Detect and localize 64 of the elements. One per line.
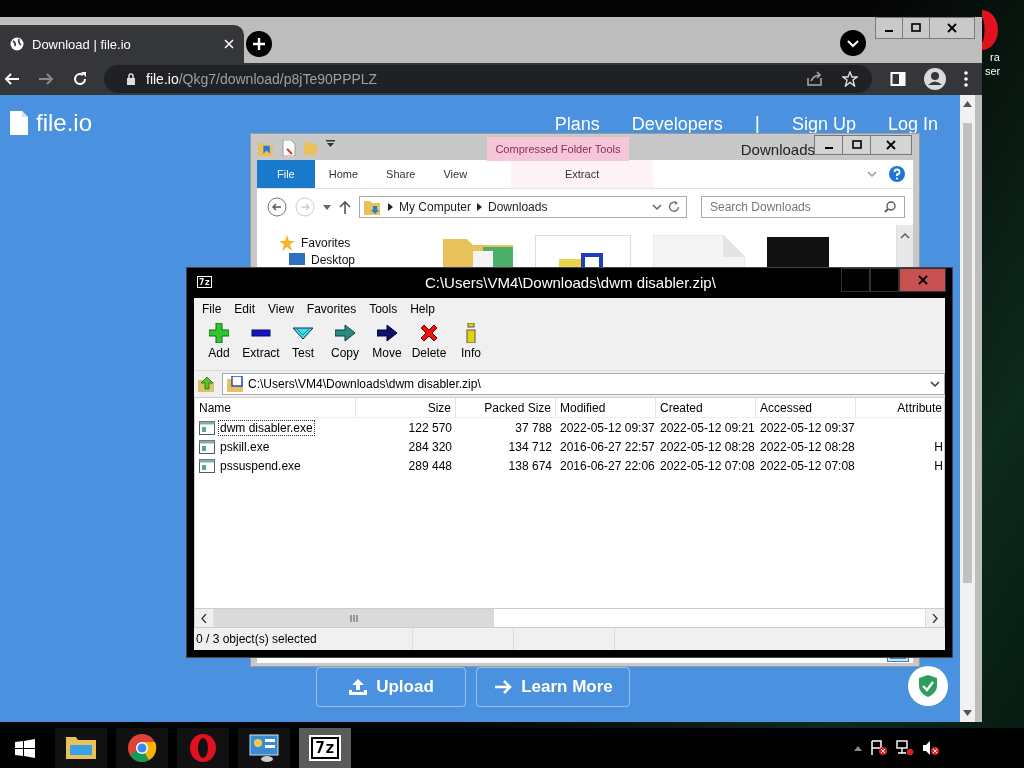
ribbon-tab[interactable]: View	[429, 160, 482, 188]
toolbar-button[interactable]: Info	[461, 346, 481, 360]
menu-item[interactable]: File	[202, 302, 222, 316]
app-logo-icon: 7z	[197, 276, 212, 288]
table-cell: 2022-05-12 08:28	[760, 439, 855, 454]
table-cell: 122 570	[408, 420, 452, 435]
table-cell: 138 674	[508, 458, 552, 473]
window-title: Downloads	[740, 141, 815, 158]
table-cell: 134 712	[508, 439, 552, 454]
column-header[interactable]: Modified	[556, 398, 656, 417]
icon-label: ra	[989, 50, 1000, 64]
table-cell: 2022-05-12 08:28	[660, 439, 755, 454]
address-field[interactable]: My Computer Downloads	[359, 196, 687, 218]
table-cell: 2016-06-27 22:57	[560, 439, 655, 454]
file-name[interactable]: dwm disabler.exe	[218, 419, 315, 436]
window-title: C:\Users\VM4\Downloads\dwm disabler.zip\	[423, 273, 717, 291]
column-header[interactable]: Name	[195, 398, 356, 417]
table-cell: 2022-05-12 07:08	[760, 458, 855, 473]
toolbar-button[interactable]: Copy	[331, 346, 359, 360]
table-cell: 2022-05-12 09:21	[660, 420, 755, 435]
app-logo-icon[interactable]: 7z	[311, 737, 339, 759]
toolbar-button[interactable]: Move	[372, 346, 402, 360]
menu-item[interactable]: Edit	[234, 302, 256, 316]
browser-tab[interactable]: Download | file.io	[0, 25, 244, 63]
table-cell: 284 320	[408, 439, 452, 454]
column-header[interactable]: Accessed	[756, 398, 856, 417]
table-cell: 289 448	[408, 458, 452, 473]
toolbar-button[interactable]: Delete	[411, 346, 447, 360]
context-tab-group: Compressed Folder Tools	[487, 137, 629, 161]
table-cell: H	[934, 458, 943, 473]
column-header[interactable]: Size	[356, 398, 456, 417]
column-header[interactable]: Packed Size	[456, 398, 556, 417]
toolbar-button[interactable]: Extract	[242, 346, 280, 360]
menu-item[interactable]: Favorites	[306, 302, 357, 316]
file-name[interactable]: pssuspend.exe	[218, 457, 303, 474]
toolbar-button[interactable]: Test	[292, 346, 314, 360]
table-cell: 2022-05-12 09:37	[560, 420, 655, 435]
ribbon-tab[interactable]: File	[257, 160, 315, 188]
table-cell: 2022-05-12 07:08	[660, 458, 755, 473]
tab-title: Download | file.io	[32, 36, 132, 52]
table-cell: H	[934, 439, 943, 454]
search-field[interactable]: Search Downloads	[701, 196, 905, 218]
nav-item[interactable]: Desktop	[311, 253, 356, 267]
breadcrumb-item[interactable]: Downloads	[488, 200, 548, 214]
file-name[interactable]: pskill.exe	[218, 438, 272, 455]
ribbon-tab[interactable]: Extract	[511, 160, 654, 188]
url-text: file.io/Qkg7/download/p8jTe90PPPLZ	[146, 71, 378, 87]
path-field[interactable]: C:\Users\VM4\Downloads\dwm disabler.zip\	[222, 373, 945, 395]
nav-item[interactable]: Favorites	[301, 236, 351, 250]
ribbon-tab[interactable]: Home	[314, 160, 373, 188]
column-header[interactable]: Created	[656, 398, 756, 417]
table-cell: 2016-06-27 22:06	[560, 458, 655, 473]
menu-item[interactable]: Help	[410, 302, 435, 316]
menu-item[interactable]: View	[268, 302, 294, 316]
breadcrumb-item[interactable]: My Computer	[399, 200, 472, 214]
status-text: 0 / 3 object(s) selected	[195, 631, 318, 648]
table-cell: 2022-05-12 09:37	[760, 420, 855, 435]
table-cell: 37 788	[515, 420, 552, 435]
icon-label: ser	[984, 64, 1001, 78]
toolbar-button[interactable]: Add	[208, 346, 230, 360]
address-bar[interactable]: file.io/Qkg7/download/p8jTe90PPPLZ	[104, 65, 872, 93]
menu-item[interactable]: Tools	[369, 302, 398, 316]
ribbon-tab[interactable]: Share	[372, 160, 430, 188]
column-header[interactable]: Attribute	[856, 398, 944, 417]
